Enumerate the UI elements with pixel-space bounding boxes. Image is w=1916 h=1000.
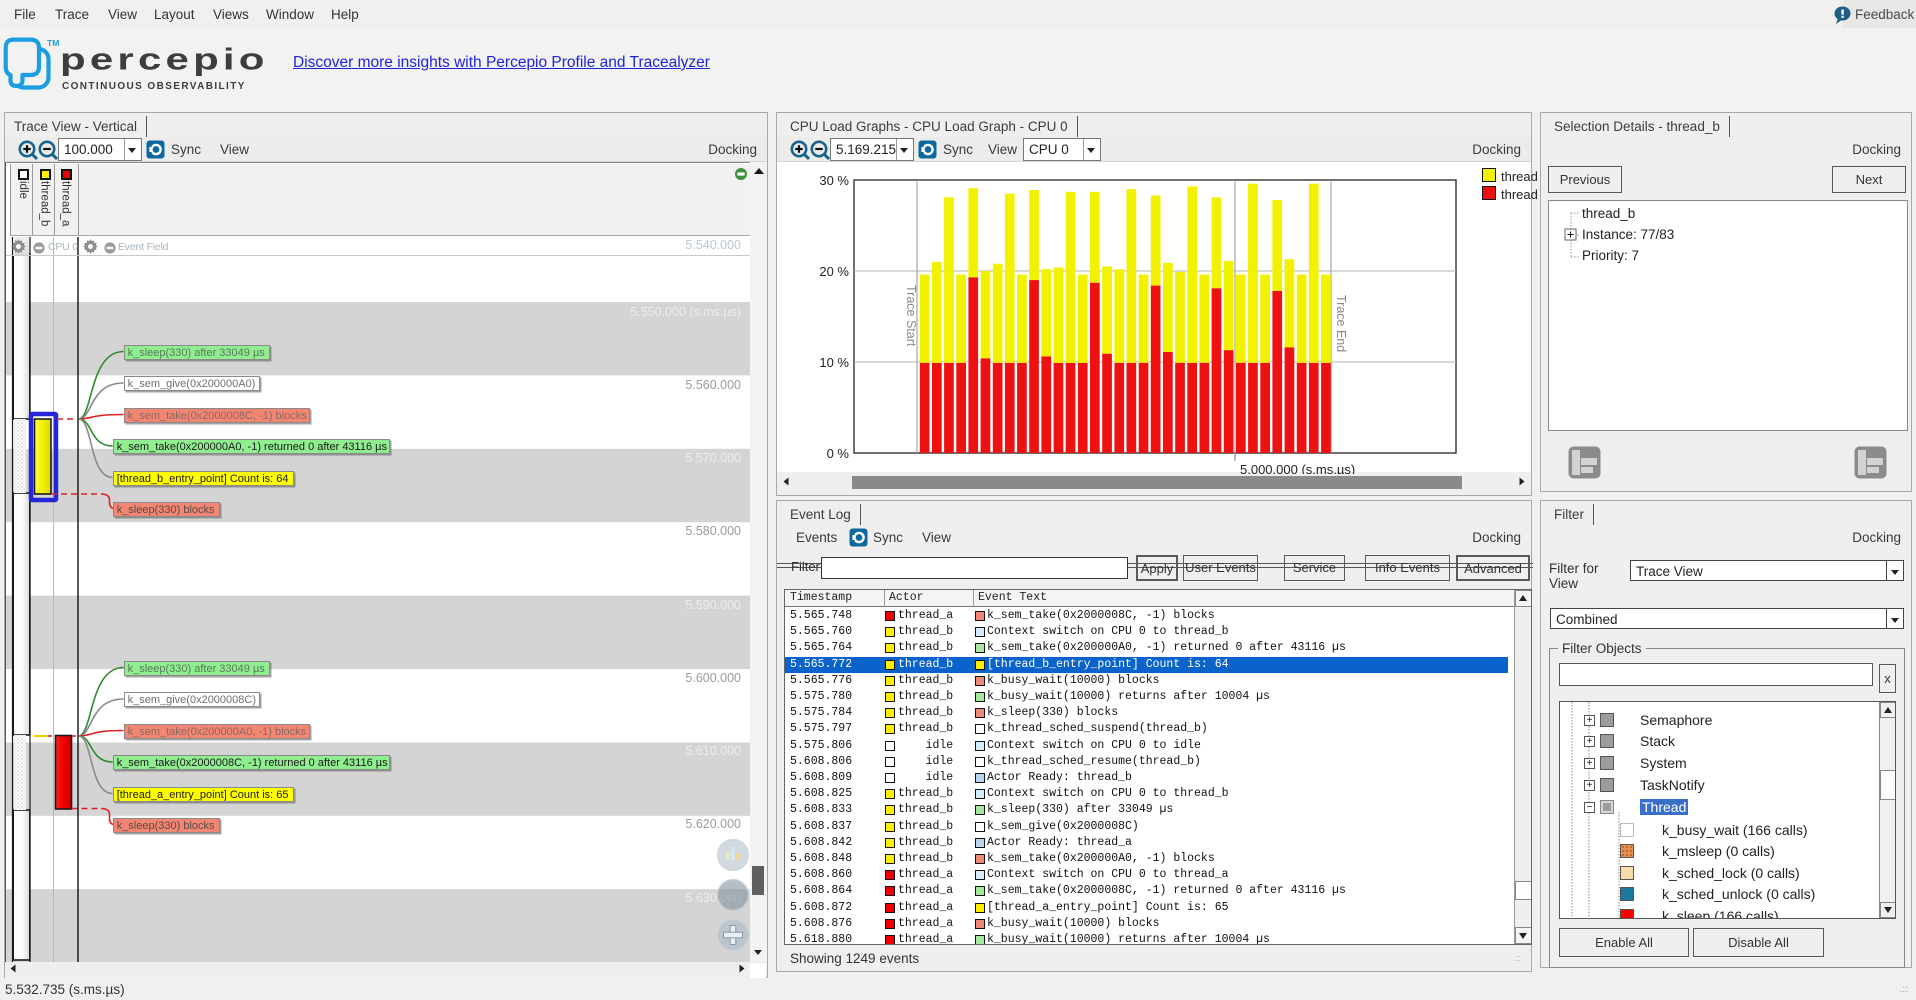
svg-text:5.610.000: 5.610.000 [685, 744, 741, 758]
svg-text:5.600.000: 5.600.000 [685, 671, 741, 685]
svg-text:5.570.000: 5.570.000 [685, 451, 741, 465]
svg-text:5.550.000 (s.ms.µs): 5.550.000 (s.ms.µs) [630, 305, 741, 319]
svg-text:5.560.000: 5.560.000 [685, 378, 741, 392]
svg-text:5.590.000: 5.590.000 [685, 598, 741, 612]
svg-text:5.580.000: 5.580.000 [685, 524, 741, 538]
svg-text:5.620.000: 5.620.000 [685, 817, 741, 831]
